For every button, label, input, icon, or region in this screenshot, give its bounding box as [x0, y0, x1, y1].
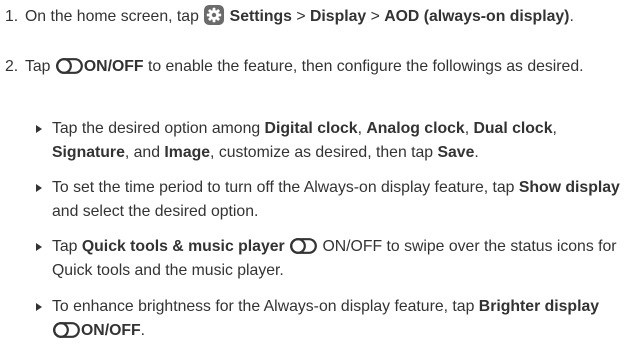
bullet-item-4: To enhance brightness for the Always-on …: [0, 295, 628, 343]
step-end: .: [569, 8, 574, 25]
punctuation: ,: [552, 120, 557, 137]
step-1: 1. On the home screen, tap Settings > Di…: [0, 5, 628, 29]
step-number: 2.: [5, 58, 19, 75]
bullet-item-2: To set the time period to turn off the A…: [0, 176, 628, 224]
punctuation: .: [474, 144, 479, 161]
bullet-text: To set the time period to turn off the A…: [52, 176, 628, 224]
step-text: Tap ON/OFF to enable the feature, then c…: [25, 55, 628, 79]
gear-icon: [204, 5, 225, 25]
separator: >: [370, 8, 380, 25]
aod-label: AOD (always-on display): [384, 8, 570, 25]
punctuation: , and: [124, 144, 160, 161]
toggle-switch-icon: [55, 58, 83, 74]
separator: >: [296, 8, 306, 25]
step-text-part: to enable the feature, then configure th…: [147, 58, 584, 75]
triangle-bullet-icon: [36, 184, 42, 192]
bullet-text-part: To set the time period to turn off the A…: [52, 179, 515, 196]
on-off-label: ON/OFF: [83, 58, 144, 75]
punctuation: .: [140, 322, 146, 339]
analog-clock-label: Analog clock: [366, 120, 465, 137]
display-label: Display: [310, 8, 367, 25]
signature-label: Signature: [52, 144, 125, 161]
bullet-text-part: and select the desired option.: [52, 203, 259, 220]
step-text: On the home screen, tap Settings > Displ…: [25, 5, 628, 29]
on-off-label: ON/OFF: [81, 322, 141, 339]
image-label: Image: [164, 144, 211, 161]
dual-clock-label: Dual clock: [473, 120, 553, 137]
punctuation: ,: [464, 120, 470, 137]
triangle-bullet-icon: [36, 303, 42, 311]
triangle-bullet-icon: [36, 243, 42, 251]
bullet-text-part: To enhance brightness for the Always-on …: [52, 298, 475, 315]
show-display-label: Show display: [518, 179, 620, 196]
step-text-part: Tap: [25, 58, 51, 75]
bullet-text-part: , customize as desired, then tap: [210, 144, 434, 161]
bullet-item-1: Tap the desired option among Digital clo…: [0, 117, 628, 165]
bullet-text: Tap the desired option among Digital clo…: [52, 117, 628, 165]
on-off-label: ON/OFF: [322, 238, 383, 255]
step-2: 2. Tap ON/OFF to enable the feature, the…: [0, 55, 628, 79]
bullet-text: Tap Quick tools & music player ON/OFF to…: [52, 235, 628, 283]
step-text-part: On the home screen, tap: [25, 8, 199, 25]
bullet-text: To enhance brightness for the Always-on …: [52, 295, 628, 343]
triangle-bullet-icon: [36, 125, 42, 133]
bullet-text-part: Tap the desired option among: [52, 120, 261, 137]
instruction-page: 1. On the home screen, tap Settings > Di…: [0, 0, 634, 357]
settings-label: Settings: [229, 8, 292, 25]
step-number: 1.: [5, 8, 19, 25]
bullet-text-part: Tap: [52, 238, 78, 255]
punctuation: ,: [357, 120, 362, 137]
toggle-switch-icon: [53, 322, 80, 338]
toggle-switch-icon: [290, 238, 317, 254]
bullet-item-3: Tap Quick tools & music player ON/OFF to…: [0, 235, 628, 283]
quick-tools-label: Quick tools & music player: [81, 238, 285, 255]
save-label: Save: [437, 144, 475, 161]
digital-clock-label: Digital clock: [264, 120, 358, 137]
brighter-display-label: Brighter display: [478, 298, 600, 315]
